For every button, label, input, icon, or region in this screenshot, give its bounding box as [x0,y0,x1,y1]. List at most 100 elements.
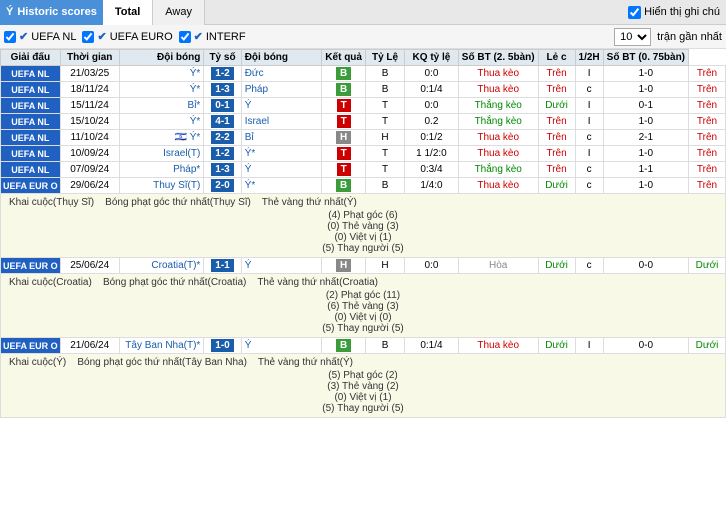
cell-sobt2: Trên [689,178,726,194]
cell-kq: B [322,338,366,354]
cell-team2[interactable]: Pháp [241,82,322,98]
kq-badge: H [336,259,351,272]
team2-link[interactable]: Bỉ [245,132,254,143]
cell-team2[interactable]: Israel [241,114,322,130]
cell-team1[interactable]: Thuy Sĩ(T) [119,178,204,194]
detail-the-vang: Thẻ vàng thứ nhất(Ý) [262,197,357,208]
cell-league: UEFA NL [1,130,61,146]
cell-kq: T [322,114,366,130]
cell-team2[interactable]: Ý [241,162,322,178]
filter-interf[interactable]: ✔ INTERF [179,30,246,43]
detail-item: (0) Việt vị (1) [9,392,717,403]
team1-link[interactable]: Ý* [190,116,201,127]
detail-bong-phat-goc: Bóng phạt góc thứ nhất(Tây Ban Nha) [77,357,247,368]
show-notes-checkbox-label[interactable]: Hiển thị ghi chú [628,6,720,19]
cell-status: Thua kèo [458,178,538,194]
cell-tyle2: B [365,82,404,98]
table-row: UEFA NL 15/10/24 Ý* 4-1 Israel T T 0.2 T… [1,114,726,130]
col-header-doibong1: Đội bóng [119,50,204,66]
cell-kq: B [322,178,366,194]
cell-date: 11/10/24 [60,130,119,146]
cell-team2[interactable]: Ý* [241,178,322,194]
cell-league: UEFA NL [1,162,61,178]
cell-date: 15/10/24 [60,114,119,130]
cell-kqtyle: 0:0 [405,98,459,114]
cell-team2[interactable]: Ý [241,258,322,274]
cell-score: 1-2 [204,146,241,162]
cell-sobt2: Trên [689,130,726,146]
filter-uefa-nl-checkbox[interactable] [4,31,16,43]
cell-lec: I [575,114,603,130]
cell-kqtyle: 0:1/2 [405,130,459,146]
cell-kqtyle: 0.2 [405,114,459,130]
team1-link[interactable]: 🇮🇱 Ý* [175,132,201,143]
cell-lec: I [575,66,603,82]
cell-status: Thua kèo [458,130,538,146]
score-box: 1-2 [211,67,233,80]
cell-lec: I [575,98,603,114]
filter-uefa-euro[interactable]: ✔ UEFA EURO [82,30,172,43]
header-tabs: Total Away [103,0,205,25]
team1-link[interactable]: Israel(T) [163,148,200,159]
cell-team2[interactable]: Ý [241,98,322,114]
tab-away[interactable]: Away [153,0,205,25]
tab-total[interactable]: Total [103,0,153,25]
cell-team1[interactable]: Croatia(T)* [119,258,204,274]
team1-link[interactable]: Thuy Sĩ(T) [153,180,200,191]
cell-h1h2: 0-0 [603,338,688,354]
team1-link[interactable]: Croatia(T)* [151,260,200,271]
team1-link[interactable]: Tây Ban Nha(T)* [125,340,200,351]
cell-tyle2: H [365,130,404,146]
cell-kq: T [322,98,366,114]
cell-team1[interactable]: Ý* [119,82,204,98]
team2-link[interactable]: Ý [245,260,252,271]
team2-link[interactable]: Ý [245,164,252,175]
filter-right-label: trận gần nhất [657,31,722,43]
team2-link[interactable]: Ý* [245,180,256,191]
cell-team1[interactable]: Ý* [119,66,204,82]
detail-khai-cuoc: Khai cuộc(Croatia) [9,277,92,288]
filter-uefa-euro-checkbox[interactable] [82,31,94,43]
cell-team1[interactable]: Israel(T) [119,146,204,162]
filter-interf-checkbox[interactable] [179,31,191,43]
cell-team2[interactable]: Đức [241,66,322,82]
cell-kqtyle: 0:3/4 [405,162,459,178]
team2-link[interactable]: Ý [245,100,252,111]
cell-score: 1-1 [204,258,241,274]
cell-team2[interactable]: Ý* [241,146,322,162]
team1-link[interactable]: Ý* [190,68,201,79]
team2-link[interactable]: Ý* [245,148,256,159]
cell-kq: B [322,66,366,82]
filter-uefa-nl[interactable]: ✔ UEFA NL [4,30,76,43]
cell-team1[interactable]: Tây Ban Nha(T)* [119,338,204,354]
team1-link[interactable]: Ý* [190,84,201,95]
detail-cell: Khai cuộc(Croatia) Bóng phạt góc thứ nhấ… [1,274,726,338]
col-header-giaidau: Giải đấu [1,50,61,66]
detail-khai-cuoc: Khai cuộc(Ý) [9,357,66,368]
team2-link[interactable]: Israel [245,116,269,127]
cell-team1[interactable]: Pháp* [119,162,204,178]
cell-score: 0-1 [204,98,241,114]
col-header-doibong2: Đội bóng [241,50,322,66]
cell-status: Thua kèo [458,66,538,82]
cell-team1[interactable]: Bỉ* [119,98,204,114]
show-notes-checkbox[interactable] [628,6,641,19]
kq-badge: H [336,131,351,144]
table-row: UEFA EUR O 21/06/24 Tây Ban Nha(T)* 1-0 … [1,338,726,354]
team2-link[interactable]: Ý [245,340,252,351]
cell-sobt: Dưới [538,178,575,194]
header-title: Historic scores [17,6,96,18]
team1-link[interactable]: Pháp* [173,164,200,175]
cell-team1[interactable]: 🇮🇱 Ý* [119,130,204,146]
cell-team2[interactable]: Ý [241,338,322,354]
filter-count-select[interactable]: 10 20 30 [614,28,651,46]
team2-link[interactable]: Pháp [245,84,268,95]
team1-link[interactable]: Bỉ* [188,100,201,111]
cell-team2[interactable]: Bỉ [241,130,322,146]
filter-row: ✔ UEFA NL ✔ UEFA EURO ✔ INTERF 10 20 30 … [0,25,726,49]
cell-team1[interactable]: Ý* [119,114,204,130]
kq-badge: B [336,83,351,96]
team2-link[interactable]: Đức [245,68,264,79]
cell-score: 2-2 [204,130,241,146]
cell-kqtyle: 0:0 [405,66,459,82]
